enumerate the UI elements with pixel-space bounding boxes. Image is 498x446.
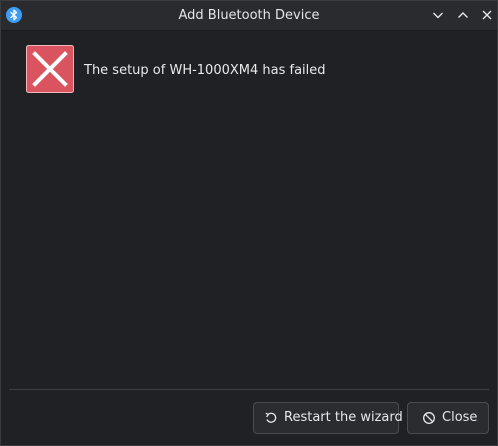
restart-wizard-button[interactable]: Restart the wizard	[253, 402, 403, 434]
minimize-button[interactable]	[428, 5, 448, 25]
restart-icon	[264, 411, 278, 425]
bluetooth-icon	[6, 7, 22, 23]
minimize-icon	[433, 12, 443, 19]
dialog-window: Add Bluetooth Device The setup of WH-100…	[0, 0, 498, 446]
restart-wizard-label: Restart the wizard	[284, 410, 403, 425]
close-window-button[interactable]	[477, 5, 497, 25]
close-button[interactable]: Close	[407, 402, 489, 434]
footer-separator	[9, 389, 489, 390]
error-message: The setup of WH-1000XM4 has failed	[84, 63, 326, 78]
title-bar[interactable]: Add Bluetooth Device	[1, 1, 497, 31]
error-icon	[26, 45, 74, 93]
close-icon	[482, 10, 492, 20]
maximize-button[interactable]	[453, 5, 473, 25]
window-title: Add Bluetooth Device	[178, 8, 320, 23]
close-label: Close	[442, 410, 478, 425]
maximize-icon	[458, 12, 468, 18]
cancel-icon	[422, 411, 436, 425]
